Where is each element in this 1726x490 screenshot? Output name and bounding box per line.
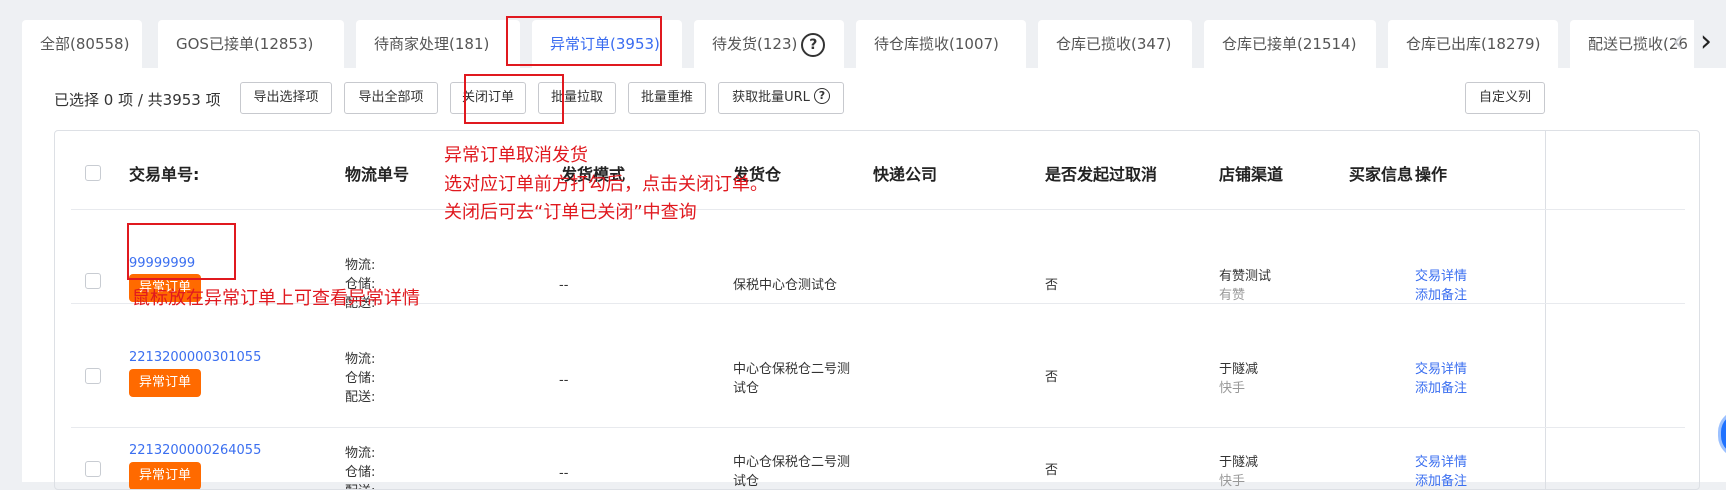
orders-panel: 已选择 0 项 / 共3953 项 导出选择项 导出全部项 关闭订单 批量拉取 … bbox=[22, 68, 1726, 490]
delivery-label: 配送: bbox=[345, 482, 375, 489]
logistics-label: 物流: bbox=[345, 446, 376, 461]
highlight-abnormal-badge bbox=[127, 223, 236, 280]
chevron-left-icon[interactable]: ‹ bbox=[1672, 24, 1684, 60]
column-header-actions: 操作 bbox=[1415, 165, 1448, 184]
trade-detail-link[interactable]: 交易详情 bbox=[1415, 267, 1467, 286]
actions-column-divider bbox=[1545, 131, 1546, 489]
annotation-title: 异常订单取消发货 bbox=[444, 145, 588, 166]
row-checkbox[interactable] bbox=[85, 461, 101, 477]
help-circle-icon[interactable]: ? bbox=[801, 32, 826, 57]
add-note-link[interactable]: 添加备注 bbox=[1415, 472, 1467, 489]
order-status-tabs: 全部(80558) GOS已接单(12853) 待商家处理(181) 异常订单(… bbox=[22, 20, 1726, 68]
shop-name: 于隧减 bbox=[1219, 455, 1259, 470]
highlight-abnormal-tab bbox=[506, 16, 662, 66]
ship-mode-value: -- bbox=[559, 278, 569, 293]
tab-warehouse-picked[interactable]: 仓库已揽收(347) bbox=[1038, 20, 1192, 68]
ship-mode-value: -- bbox=[559, 373, 569, 388]
highlight-close-order-button bbox=[464, 74, 564, 124]
tab-pending-shipment[interactable]: 待发货(123)? bbox=[694, 20, 844, 68]
annotation-closed-hint: 关闭后可去“订单已关闭”中查询 bbox=[444, 202, 697, 223]
tab-warehouse-outbound[interactable]: 仓库已出库(18279) bbox=[1388, 20, 1558, 68]
chevron-right-icon[interactable]: › bbox=[1700, 24, 1712, 60]
tab-label: GOS已接单(12853) bbox=[176, 35, 314, 53]
ship-mode-value: -- bbox=[559, 466, 569, 481]
tab-gos-accepted[interactable]: GOS已接单(12853) bbox=[158, 20, 344, 68]
export-selected-button[interactable]: 导出选择项 bbox=[240, 82, 332, 114]
annotation-instruction: 选对应订单前方打勾后，点击关闭订单。 bbox=[444, 174, 768, 195]
shop-platform: 快手 bbox=[1219, 381, 1246, 396]
shop-name: 于隧减 bbox=[1219, 362, 1259, 377]
column-header-channel: 店铺渠道 bbox=[1219, 165, 1284, 184]
cancel-initiated-value: 否 bbox=[1045, 370, 1059, 385]
warehouse-label: 仓储: bbox=[345, 465, 376, 480]
trade-number-link[interactable]: 2213200000264055 bbox=[129, 443, 261, 458]
abnormal-order-badge[interactable]: 异常订单 bbox=[129, 462, 202, 489]
logistics-info: 物流: 仓储: 配送: bbox=[345, 350, 375, 407]
warehouse-value: 中心仓保税仓二号测试仓 bbox=[733, 455, 851, 489]
column-header-courier: 快递公司 bbox=[873, 165, 938, 184]
tab-label: 仓库已出库(18279) bbox=[1406, 35, 1541, 53]
help-circle-icon[interactable]: ? bbox=[813, 88, 830, 104]
tab-all[interactable]: 全部(80558) bbox=[22, 20, 142, 68]
row-divider bbox=[71, 427, 1685, 428]
export-all-button[interactable]: 导出全部项 bbox=[344, 82, 438, 114]
tab-label: 全部(80558) bbox=[40, 35, 130, 53]
shop-platform: 快手 bbox=[1219, 474, 1246, 489]
get-batch-url-label: 获取批量URL bbox=[732, 90, 810, 105]
cancel-initiated-value: 否 bbox=[1045, 463, 1059, 478]
get-batch-url-button[interactable]: 获取批量URL? bbox=[718, 82, 844, 114]
column-header-cancel-initiated: 是否发起过取消 bbox=[1045, 165, 1158, 184]
tab-warehouse-accepted[interactable]: 仓库已接单(21514) bbox=[1204, 20, 1376, 68]
warehouse-label: 仓储: bbox=[345, 371, 376, 386]
add-note-link[interactable]: 添加备注 bbox=[1415, 379, 1467, 398]
batch-repush-button[interactable]: 批量重推 bbox=[628, 82, 706, 114]
select-all-checkbox[interactable] bbox=[85, 165, 101, 181]
abnormal-order-badge[interactable]: 异常订单 bbox=[129, 369, 202, 397]
logistics-label: 物流: bbox=[345, 352, 376, 367]
row-checkbox[interactable] bbox=[85, 273, 101, 289]
tab-pending-merchant[interactable]: 待商家处理(181) bbox=[356, 20, 520, 68]
shop-name: 有赞测试 bbox=[1219, 269, 1272, 284]
row-checkbox[interactable] bbox=[85, 368, 101, 384]
column-header-trade-no: 交易单号: bbox=[129, 165, 200, 184]
tab-label: 待商家处理(181) bbox=[374, 35, 490, 53]
tab-label: 仓库已接单(21514) bbox=[1222, 35, 1357, 53]
annotation-hover-tip: 鼠标放在异常订单上可查看异常详情 bbox=[132, 288, 420, 309]
tab-pending-pickup[interactable]: 待仓库揽收(1007) bbox=[856, 20, 1026, 68]
selection-count: 已选择 0 项 / 共3953 项 bbox=[54, 91, 221, 109]
trade-detail-link[interactable]: 交易详情 bbox=[1415, 360, 1467, 379]
trade-detail-link[interactable]: 交易详情 bbox=[1415, 453, 1467, 472]
tab-label: 仓库已揽收(347) bbox=[1056, 35, 1172, 53]
tab-label: 待发货(123) bbox=[712, 35, 798, 53]
delivery-label: 配送: bbox=[345, 390, 376, 405]
logistics-info: 物流: 仓储: 配送: bbox=[345, 444, 376, 489]
cancel-initiated-value: 否 bbox=[1045, 278, 1059, 293]
row-divider bbox=[71, 209, 1685, 210]
custom-columns-button[interactable]: 自定义列 bbox=[1465, 82, 1545, 114]
warehouse-value: 中心仓保税仓二号测试仓 bbox=[733, 362, 851, 396]
warehouse-value: 保税中心仓测试仓 bbox=[733, 278, 838, 293]
trade-number-link[interactable]: 2213200000301055 bbox=[129, 350, 261, 365]
tab-label: 待仓库揽收(1007) bbox=[874, 35, 999, 53]
logistics-label: 物流: bbox=[345, 258, 376, 273]
column-header-logistics-no: 物流单号 bbox=[345, 165, 410, 184]
